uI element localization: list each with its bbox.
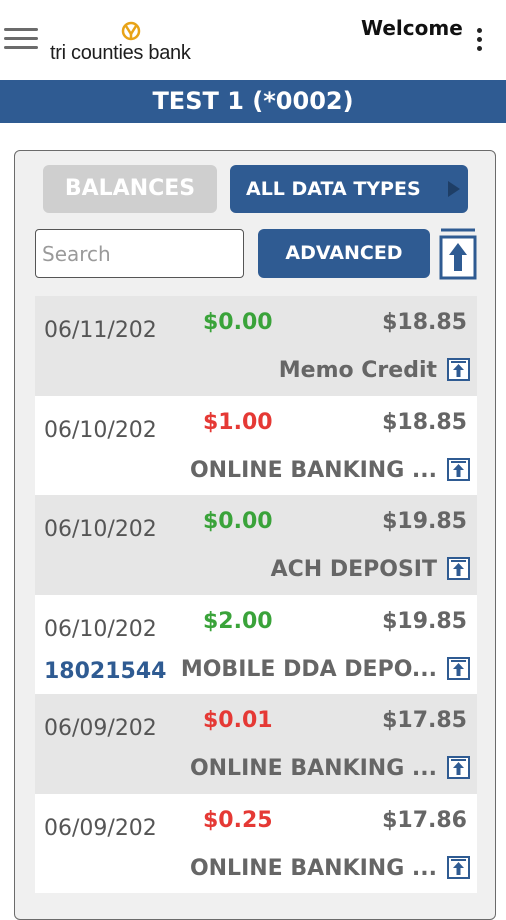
transaction-amount: $0.00 [203,509,273,534]
transaction-list: 06/11/202 $0.00 $18.85 Memo Credit 06/10/202… [35,296,477,893]
transaction-date: 06/10/202 [44,616,157,642]
logo-mark-icon [121,21,141,41]
upload-arrow-icon[interactable] [447,358,470,381]
transaction-row[interactable]: 06/10/202 $0.00 $19.85 ACH DEPOSIT [35,495,477,595]
upload-arrow-icon[interactable] [447,656,470,680]
running-balance: $19.85 [382,608,467,634]
triangle-right-icon [448,181,460,197]
advanced-button[interactable]: ADVANCED [258,229,430,278]
transactions-panel: BALANCES ALL DATA TYPES ADVANCED 06/11/2… [14,150,496,920]
upload-arrow-icon[interactable] [447,855,470,879]
transaction-date: 06/10/202 [44,417,157,443]
upload-arrow-icon[interactable] [447,756,470,779]
check-number-link[interactable]: 18021544 [44,659,166,684]
transaction-description: ONLINE BANKING ... [189,457,437,483]
search-input[interactable] [35,229,244,278]
running-balance: $17.85 [382,708,467,733]
running-balance: $19.85 [382,509,467,534]
transaction-row[interactable]: 06/10/202 $2.00 $19.85 18021544 MOBILE DDA D… [35,594,477,694]
transaction-date: 06/09/202 [44,716,157,741]
upload-arrow-icon[interactable] [447,557,470,580]
transaction-description: ACH DEPOSIT [270,557,437,582]
transaction-row[interactable]: 06/09/202 $0.25 $17.86 ONLINE BANKING ... [35,793,477,893]
transaction-row[interactable]: 06/11/202 $0.00 $18.85 Memo Credit [35,296,477,396]
transaction-description: Memo Credit [278,358,437,383]
transaction-date: 06/11/202 [44,318,157,343]
transaction-description: ONLINE BANKING ... [189,855,437,881]
running-balance: $18.85 [382,310,467,335]
balances-button[interactable]: BALANCES [43,165,217,213]
scroll-to-top-icon[interactable] [439,227,477,280]
transaction-date: 06/09/202 [44,815,157,841]
transaction-description: MOBILE DDA DEPO... [180,656,437,682]
transaction-amount: $0.25 [203,807,273,833]
welcome-label: Welcome [361,16,463,40]
transaction-amount: $0.00 [203,310,273,335]
brand-name: tri counties bank [50,42,191,64]
more-vertical-icon[interactable] [472,28,486,54]
transaction-date: 06/10/202 [44,517,157,542]
transaction-amount: $2.00 [203,608,273,634]
account-title: TEST 1 (*0002) [0,80,506,123]
hamburger-menu-icon[interactable] [4,28,38,54]
data-types-label: ALL DATA TYPES [246,178,421,200]
upload-arrow-icon[interactable] [447,457,470,481]
running-balance: $18.85 [382,409,467,435]
transaction-row[interactable]: 06/10/202 $1.00 $18.85 ONLINE BANKING ... [35,395,477,495]
transaction-amount: $1.00 [203,409,273,435]
transaction-row[interactable]: 06/09/202 $0.01 $17.85 ONLINE BANKING ... [35,694,477,794]
data-types-button[interactable]: ALL DATA TYPES [230,165,468,213]
running-balance: $17.86 [382,807,467,833]
transaction-amount: $0.01 [203,708,273,733]
bank-logo: tri counties bank [50,20,220,66]
app-header: tri counties bank Welcome [0,0,506,80]
transaction-description: ONLINE BANKING ... [189,756,437,781]
